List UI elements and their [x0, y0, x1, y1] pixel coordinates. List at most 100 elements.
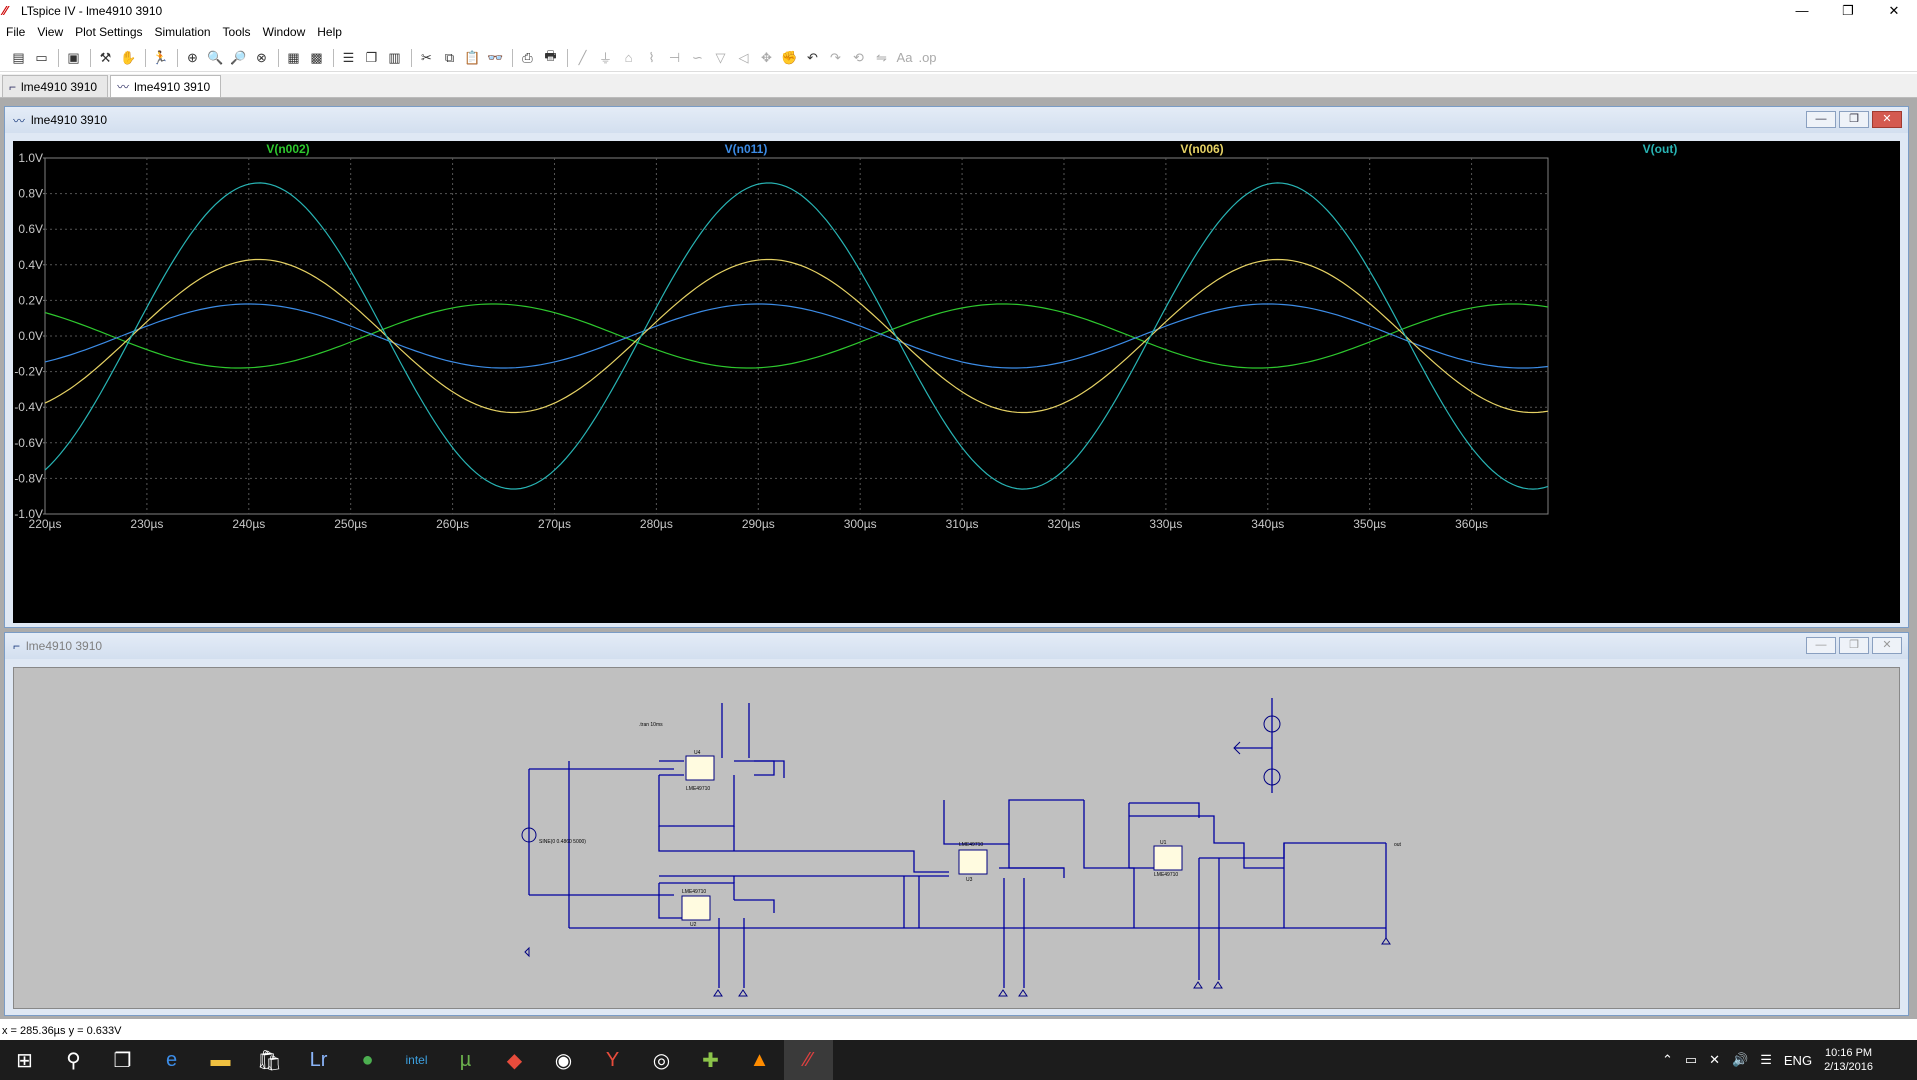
diode-icon[interactable]: ▽	[710, 48, 731, 68]
menu-view[interactable]: View	[37, 25, 63, 39]
menu-file[interactable]: File	[6, 25, 25, 39]
clock[interactable]: 10:16 PM 2/13/2016	[1824, 1046, 1873, 1074]
schematic-close-button[interactable]: ✕	[1872, 637, 1902, 654]
x-tick-label: 260µs	[436, 517, 469, 531]
close-button[interactable]: ✕	[1871, 0, 1917, 22]
waveform-window-titlebar[interactable]: 〰 lme4910 3910	[5, 107, 1908, 133]
chrome-icon[interactable]: ●	[343, 1040, 392, 1080]
tile-horizontal-icon[interactable]: ☰	[338, 48, 359, 68]
yandex-icon[interactable]: Y	[588, 1040, 637, 1080]
schematic-pane[interactable]: U4 U2 U3 U1 LME49710 LME49710 LME49710 L…	[13, 667, 1900, 1009]
component-icon[interactable]: ◁	[733, 48, 754, 68]
cascade-icon[interactable]: ❐	[361, 48, 382, 68]
x-tick-label: 270µs	[538, 517, 571, 531]
lightroom-icon[interactable]: Lr	[294, 1040, 343, 1080]
menu-help[interactable]: Help	[317, 25, 342, 39]
copy-icon[interactable]: ⧉	[439, 48, 460, 68]
edge-icon[interactable]: e	[147, 1040, 196, 1080]
battery-icon[interactable]: ▭	[1685, 1052, 1697, 1068]
document-tabs: ⌐ lme4910 3910 〰 lme4910 3910	[0, 74, 1917, 98]
tab-waveform[interactable]: 〰 lme4910 3910	[110, 75, 222, 97]
schematic-minimize-button[interactable]: —	[1806, 637, 1836, 654]
legend-entry[interactable]: V(n002)	[266, 142, 309, 156]
steam-icon[interactable]: ◉	[539, 1040, 588, 1080]
fit-icon[interactable]: ▩	[306, 48, 327, 68]
redo-icon[interactable]: ↷	[825, 48, 846, 68]
run-icon[interactable]: 🏃	[150, 48, 171, 68]
app-icon[interactable]: ◆	[490, 1040, 539, 1080]
zoom-in-icon[interactable]: 🔍	[205, 48, 226, 68]
y-tick-label: -0.8V	[14, 471, 43, 485]
open-icon[interactable]: ▭	[31, 48, 52, 68]
schematic-drawing[interactable]: U4 U2 U3 U1 LME49710 LME49710 LME49710 L…	[14, 668, 1899, 1008]
menu-simulation[interactable]: Simulation	[155, 25, 211, 39]
capacitor-icon[interactable]: ⊣	[664, 48, 685, 68]
autorange-icon[interactable]: ▦	[283, 48, 304, 68]
drag-icon[interactable]: ✊	[779, 48, 800, 68]
language-indicator[interactable]: ENG	[1784, 1053, 1812, 1068]
legend-entry[interactable]: V(n006)	[1180, 142, 1223, 156]
opamp-u3	[958, 849, 988, 875]
store-icon[interactable]: 🛍	[245, 1040, 294, 1080]
vlc-icon[interactable]: ▲	[735, 1040, 784, 1080]
start-button[interactable]: ⊞	[0, 1040, 49, 1080]
schematic-window-title: lme4910 3910	[26, 639, 103, 653]
intel-icon[interactable]: intel	[392, 1040, 441, 1080]
text-icon[interactable]: Aa	[894, 48, 915, 68]
tray-chevron-icon[interactable]: ⌃	[1662, 1052, 1673, 1068]
spice-directive-icon[interactable]: .op	[917, 48, 938, 68]
zoom-out-icon[interactable]: 🔎	[228, 48, 249, 68]
control-panel-icon[interactable]: ⚒	[95, 48, 116, 68]
paste-icon[interactable]: 📋	[462, 48, 483, 68]
schematic-restore-button[interactable]: ❐	[1839, 637, 1869, 654]
ground-icon[interactable]: ⏚	[595, 48, 616, 68]
notifications-icon[interactable]: ☰	[1760, 1052, 1772, 1068]
tile-vertical-icon[interactable]: ▥	[384, 48, 405, 68]
search-icon[interactable]: ⚲	[49, 1040, 98, 1080]
minimize-button[interactable]: —	[1779, 0, 1825, 22]
label-net-icon[interactable]: ⌂	[618, 48, 639, 68]
waveform-chart[interactable]: 1.0V 0.8V 0.6V 0.4V 0.2V 0.0V -0.2V -0.4V -0.6V -…	[13, 141, 1900, 623]
ltspice-taskbar-icon[interactable]: ⁄⁄	[784, 1040, 833, 1080]
print-preview-icon[interactable]: ⎙	[517, 48, 538, 68]
x-tick-label: 320µs	[1048, 517, 1081, 531]
pan-icon[interactable]: ✋	[118, 48, 139, 68]
media-icon[interactable]: ◎	[637, 1040, 686, 1080]
file-explorer-icon[interactable]: ▬	[196, 1040, 245, 1080]
network-icon[interactable]: ✕	[1709, 1052, 1720, 1068]
zoom-cancel-icon[interactable]: ⊗	[251, 48, 272, 68]
waveform-minimize-button[interactable]: —	[1806, 111, 1836, 128]
legend-entry[interactable]: V(n011)	[725, 142, 768, 156]
print-icon[interactable]: 🖶	[540, 48, 561, 68]
schematic-window[interactable]: ⌐ lme4910 3910 — ❐ ✕ U4 U2 U3 U1 LME4971…	[4, 632, 1909, 1016]
menu-window[interactable]: Window	[263, 25, 306, 39]
zoom-area-icon[interactable]: ⊕	[182, 48, 203, 68]
new-schematic-icon[interactable]: ▤	[8, 48, 29, 68]
mirror-icon[interactable]: ⇋	[871, 48, 892, 68]
move-icon[interactable]: ✥	[756, 48, 777, 68]
volume-icon[interactable]: 🔊	[1732, 1052, 1748, 1068]
cut-icon[interactable]: ✂	[416, 48, 437, 68]
schematic-window-titlebar[interactable]: ⌐ lme4910 3910	[5, 633, 1908, 659]
tab-schematic[interactable]: ⌐ lme4910 3910	[2, 75, 109, 97]
find-icon[interactable]: 👓	[485, 48, 506, 68]
undo-icon[interactable]: ↶	[802, 48, 823, 68]
restore-button[interactable]: ❐	[1825, 0, 1871, 22]
waveform-close-button[interactable]: ✕	[1872, 111, 1902, 128]
task-view-icon[interactable]: ❐	[98, 1040, 147, 1080]
games-icon[interactable]: ✚	[686, 1040, 735, 1080]
waveform-window[interactable]: 〰 lme4910 3910 — ❐ ✕ 1.0V 0.8V 0.6V 0.4V 0.2…	[4, 106, 1909, 628]
inductor-icon[interactable]: ∽	[687, 48, 708, 68]
plot-pane[interactable]: 1.0V 0.8V 0.6V 0.4V 0.2V 0.0V -0.2V -0.4V -0.6V -…	[13, 141, 1900, 623]
u2-label: U2	[690, 922, 697, 928]
save-icon[interactable]: ▣	[63, 48, 84, 68]
y-tick-label: 1.0V	[18, 151, 43, 165]
menu-tools[interactable]: Tools	[223, 25, 251, 39]
legend-entry[interactable]: V(out)	[1643, 142, 1678, 156]
menu-plot-settings[interactable]: Plot Settings	[75, 25, 142, 39]
utorrent-icon[interactable]: µ	[441, 1040, 490, 1080]
wire-icon[interactable]: ╱	[572, 48, 593, 68]
resistor-icon[interactable]: ⌇	[641, 48, 662, 68]
waveform-restore-button[interactable]: ❐	[1839, 111, 1869, 128]
rotate-icon[interactable]: ⟲	[848, 48, 869, 68]
